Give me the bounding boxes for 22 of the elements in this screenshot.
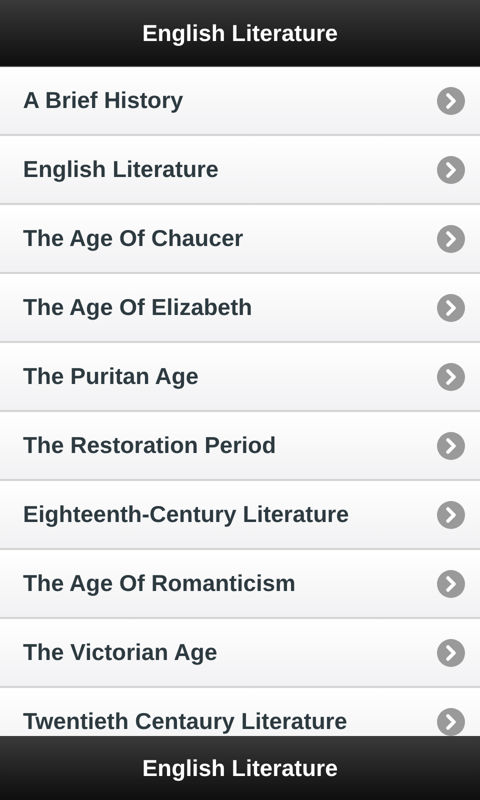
chevron-right-icon [437, 86, 465, 114]
item-label: The Puritan Age [23, 362, 198, 392]
chevron-right-icon [437, 224, 465, 252]
chevron-right-icon [437, 362, 465, 390]
footer-title: English Literature [142, 754, 338, 783]
chevron-right-icon [437, 570, 465, 598]
chevron-right-icon [437, 156, 465, 184]
item-label: Twentieth Centaury Literature [23, 707, 348, 736]
chevron-right-icon [437, 294, 465, 322]
item-label: English Literature [23, 155, 219, 184]
item-label: The Age Of Chaucer [23, 224, 244, 254]
item-label: Eighteenth-Century Literature [23, 500, 349, 530]
item-label: The Restoration Period [23, 431, 276, 460]
item-label: The Victorian Age [23, 638, 218, 668]
item-label: A Brief History [23, 86, 184, 116]
chevron-right-icon [437, 708, 465, 736]
header-title: English Literature [142, 18, 338, 48]
chevron-right-icon [437, 638, 465, 666]
item-label: The Age Of Elizabeth [23, 293, 252, 322]
chevron-right-icon [437, 500, 465, 528]
item-label: The Age Of Romanticism [23, 569, 296, 598]
chevron-right-icon [437, 432, 465, 460]
